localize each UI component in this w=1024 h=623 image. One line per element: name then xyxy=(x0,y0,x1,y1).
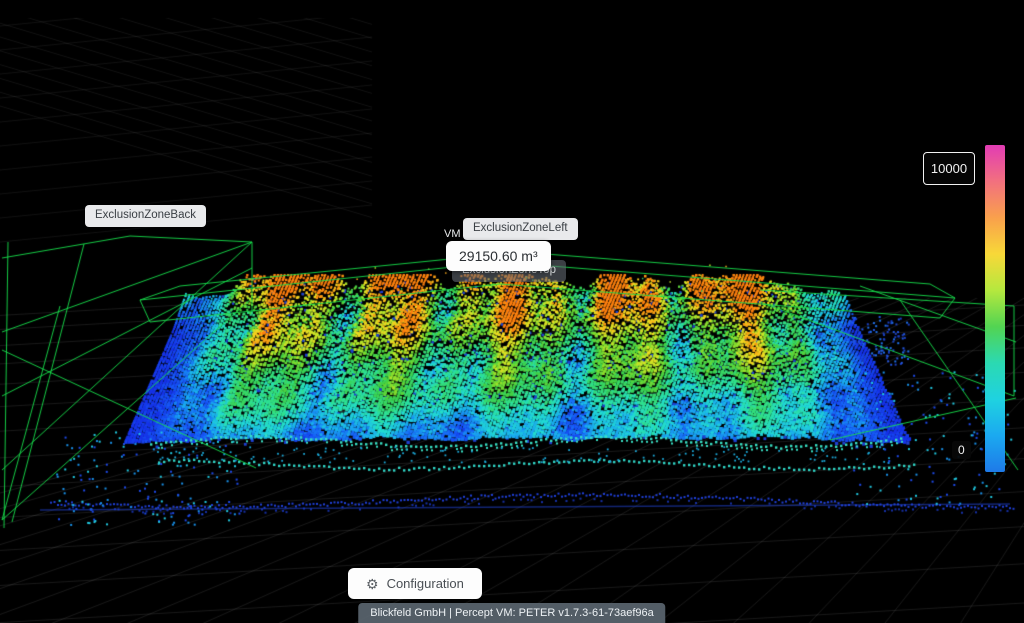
measurement-tag: VM xyxy=(444,228,461,240)
label-exclusion-zone-back: ExclusionZoneBack xyxy=(85,205,206,227)
configuration-button[interactable]: ⚙ Configuration xyxy=(348,568,482,599)
legend-max-label: 10000 xyxy=(923,152,975,185)
colorbar xyxy=(985,145,1005,472)
viewer-stage: ExclusionZoneBack ExclusionZoneLeft Excl… xyxy=(0,0,1024,623)
configuration-label: Configuration xyxy=(387,576,464,591)
volume-measurement-value: 29150.60 m³ xyxy=(446,241,551,271)
label-exclusion-zone-left: ExclusionZoneLeft xyxy=(463,218,578,240)
legend-min-label: 0 xyxy=(952,441,971,459)
status-bar: Blickfeld GmbH | Percept VM: PETER v1.7.… xyxy=(358,603,665,623)
gear-icon: ⚙ xyxy=(366,577,379,591)
pointcloud-viewport[interactable] xyxy=(0,0,1024,623)
